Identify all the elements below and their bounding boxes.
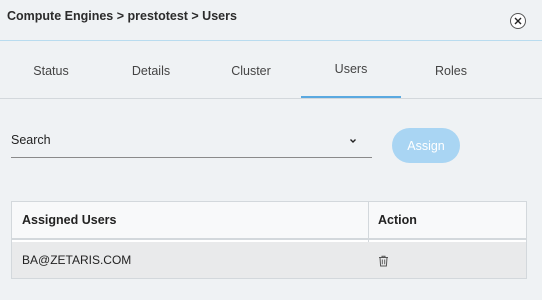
table-row: BA@ZETARIS.COM bbox=[12, 242, 526, 278]
close-icon bbox=[514, 17, 522, 25]
search-label: Search bbox=[11, 133, 51, 147]
tab-roles[interactable]: Roles bbox=[401, 42, 501, 99]
column-header-action: Action bbox=[378, 213, 417, 227]
tab-status[interactable]: Status bbox=[1, 42, 101, 99]
assign-button[interactable]: Assign bbox=[392, 128, 460, 163]
close-button[interactable] bbox=[510, 13, 526, 29]
assigned-users-table: Assigned Users Action BA@ZETARIS.COM bbox=[11, 201, 527, 279]
trash-icon[interactable] bbox=[378, 255, 389, 267]
breadcrumb: Compute Engines > prestotest > Users bbox=[7, 9, 237, 23]
table-header: Assigned Users Action bbox=[12, 202, 526, 240]
chevron-down-icon bbox=[350, 139, 356, 143]
search-select[interactable]: Search bbox=[11, 126, 372, 158]
tab-cluster[interactable]: Cluster bbox=[201, 42, 301, 99]
tab-bar: Status Details Cluster Users Roles bbox=[0, 42, 542, 99]
column-header-assigned-users: Assigned Users bbox=[22, 213, 117, 227]
tab-details[interactable]: Details bbox=[101, 42, 201, 99]
tab-users[interactable]: Users bbox=[301, 42, 401, 98]
panel-header: Compute Engines > prestotest > Users bbox=[0, 0, 542, 41]
user-email-cell: BA@ZETARIS.COM bbox=[22, 253, 132, 267]
users-panel: Compute Engines > prestotest > Users Sta… bbox=[0, 0, 542, 300]
